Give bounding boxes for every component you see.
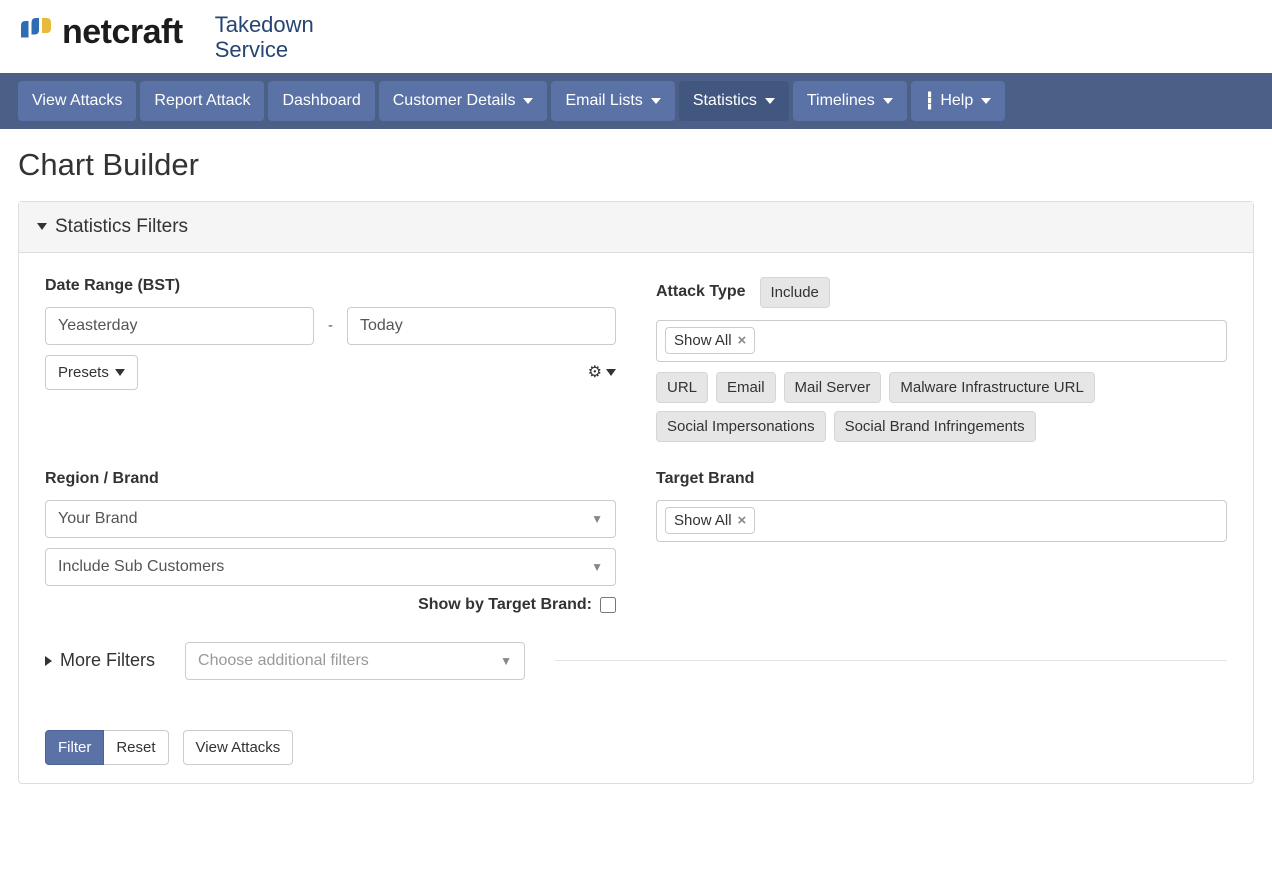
nav-label: Report Attack xyxy=(154,92,250,110)
show-by-target-label: Show by Target Brand: xyxy=(418,596,592,614)
nav-statistics[interactable]: Statistics xyxy=(679,81,789,121)
nav-label: Email Lists xyxy=(565,92,642,110)
nav-view-attacks[interactable]: View Attacks xyxy=(18,81,136,121)
include-sub-select[interactable]: Include Sub Customers ▼ xyxy=(45,548,616,586)
date-to-input[interactable] xyxy=(347,307,616,345)
date-range-label: Date Range (BST) xyxy=(45,277,616,295)
target-brand-section: Target Brand Show All × xyxy=(656,470,1227,614)
nav-label: Statistics xyxy=(693,92,757,110)
more-filters-select[interactable]: Choose additional filters ▼ xyxy=(185,642,525,680)
divider xyxy=(555,660,1227,661)
panel-title: Statistics Filters xyxy=(55,216,188,238)
region-brand-section: Region / Brand Your Brand ▼ Include Sub … xyxy=(45,470,616,614)
subtitle-line2: Service xyxy=(215,37,314,62)
logo-wrap: netcraft Takedown Service xyxy=(18,12,314,63)
region-brand-select[interactable]: Your Brand ▼ xyxy=(45,500,616,538)
page-title: Chart Builder xyxy=(18,147,1254,183)
attack-type-tokenbox[interactable]: Show All × xyxy=(656,320,1227,362)
token-label: Show All xyxy=(674,332,732,349)
nav-label: View Attacks xyxy=(32,92,122,110)
nav-label: Dashboard xyxy=(282,92,360,110)
attack-type-include-toggle[interactable]: Include xyxy=(760,277,830,308)
chevron-down-icon: ▼ xyxy=(591,560,603,574)
chevron-down-icon xyxy=(37,223,47,230)
show-by-target-row: Show by Target Brand: xyxy=(45,596,616,614)
chevron-down-icon: ▼ xyxy=(591,512,603,526)
more-filters-toggle[interactable]: More Filters xyxy=(45,650,155,671)
attack-type-chips: URL Email Mail ServerMalware Infrastructur… xyxy=(656,372,1227,442)
filter-button[interactable]: Filter xyxy=(45,730,104,765)
gear-icon[interactable]: ⚙ xyxy=(588,362,602,382)
select-value: Include Sub Customers xyxy=(58,558,224,576)
presets-button[interactable]: Presets xyxy=(45,355,138,390)
nav-help[interactable]: ┇ Help xyxy=(911,81,1006,121)
nav-email-lists[interactable]: Email Lists xyxy=(551,81,674,121)
view-attacks-button[interactable]: View Attacks xyxy=(183,730,294,765)
attack-type-section: Attack Type Include Show All × URL Email M… xyxy=(656,277,1227,442)
nav-report-attack[interactable]: Report Attack xyxy=(140,81,264,121)
filter-reset-group: Filter Reset xyxy=(45,730,169,765)
target-brand-label: Target Brand xyxy=(656,470,1227,488)
filters-panel-header[interactable]: Statistics Filters xyxy=(19,202,1253,253)
date-range-separator: - xyxy=(328,317,333,334)
footer-buttons: Filter Reset View Attacks xyxy=(45,730,1227,765)
attack-type-chip[interactable]: Mail Server xyxy=(784,372,882,403)
logo-icon xyxy=(18,12,54,52)
chevron-right-icon xyxy=(45,656,52,666)
nav-customer-details[interactable]: Customer Details xyxy=(379,81,548,121)
chevron-down-icon[interactable] xyxy=(606,369,616,376)
region-brand-label: Region / Brand xyxy=(45,470,616,488)
nav-timelines[interactable]: Timelines xyxy=(793,81,907,121)
chevron-down-icon xyxy=(651,98,661,104)
brand-logo[interactable]: netcraft xyxy=(18,12,183,52)
brand-word: netcraft xyxy=(62,13,183,52)
brand-subtitle: Takedown Service xyxy=(215,12,314,63)
subtitle-line1: Takedown xyxy=(215,12,314,37)
select-placeholder: Choose additional filters xyxy=(198,652,369,670)
token-label: Show All xyxy=(674,512,732,529)
page-body: Chart Builder Statistics Filters Date Ra… xyxy=(0,129,1272,802)
nav-label: Customer Details xyxy=(393,92,516,110)
chevron-down-icon: ▼ xyxy=(500,654,512,668)
close-icon[interactable]: × xyxy=(738,512,747,529)
show-by-target-checkbox[interactable] xyxy=(600,597,616,613)
more-filters-label: More Filters xyxy=(60,650,155,671)
date-from-input[interactable] xyxy=(45,307,314,345)
nav-dashboard[interactable]: Dashboard xyxy=(268,81,374,121)
presets-label: Presets xyxy=(58,364,109,381)
nav-label: Timelines xyxy=(807,92,875,110)
info-icon: ┇ xyxy=(925,91,935,111)
attack-type-chip[interactable]: URL xyxy=(656,372,708,403)
more-filters-row: More Filters Choose additional filters ▼ xyxy=(45,642,1227,680)
attack-type-chip[interactable]: Malware Infrastructure URL xyxy=(889,372,1094,403)
filters-panel: Statistics Filters Date Range (BST) - Pr… xyxy=(18,201,1254,784)
chevron-down-icon xyxy=(981,98,991,104)
chevron-down-icon xyxy=(115,369,125,376)
main-nav: View Attacks Report Attack Dashboard Cus… xyxy=(0,73,1272,129)
filters-panel-body: Date Range (BST) - Presets ⚙ xyxy=(19,253,1253,783)
attack-type-chip[interactable]: Social Brand Infringements xyxy=(834,411,1036,442)
chevron-down-icon xyxy=(883,98,893,104)
date-range-section: Date Range (BST) - Presets ⚙ xyxy=(45,277,616,442)
target-brand-token: Show All × xyxy=(665,507,755,534)
select-value: Your Brand xyxy=(58,510,137,528)
attack-type-chip[interactable]: Email xyxy=(716,372,776,403)
chevron-down-icon xyxy=(765,98,775,104)
reset-button[interactable]: Reset xyxy=(104,730,168,765)
attack-type-token: Show All × xyxy=(665,327,755,354)
topbar: netcraft Takedown Service xyxy=(0,0,1272,73)
attack-type-label: Attack Type xyxy=(656,283,746,301)
nav-label: Help xyxy=(940,92,973,110)
chevron-down-icon xyxy=(523,98,533,104)
close-icon[interactable]: × xyxy=(738,332,747,349)
target-brand-tokenbox[interactable]: Show All × xyxy=(656,500,1227,542)
attack-type-chip[interactable]: Social Impersonations xyxy=(656,411,826,442)
